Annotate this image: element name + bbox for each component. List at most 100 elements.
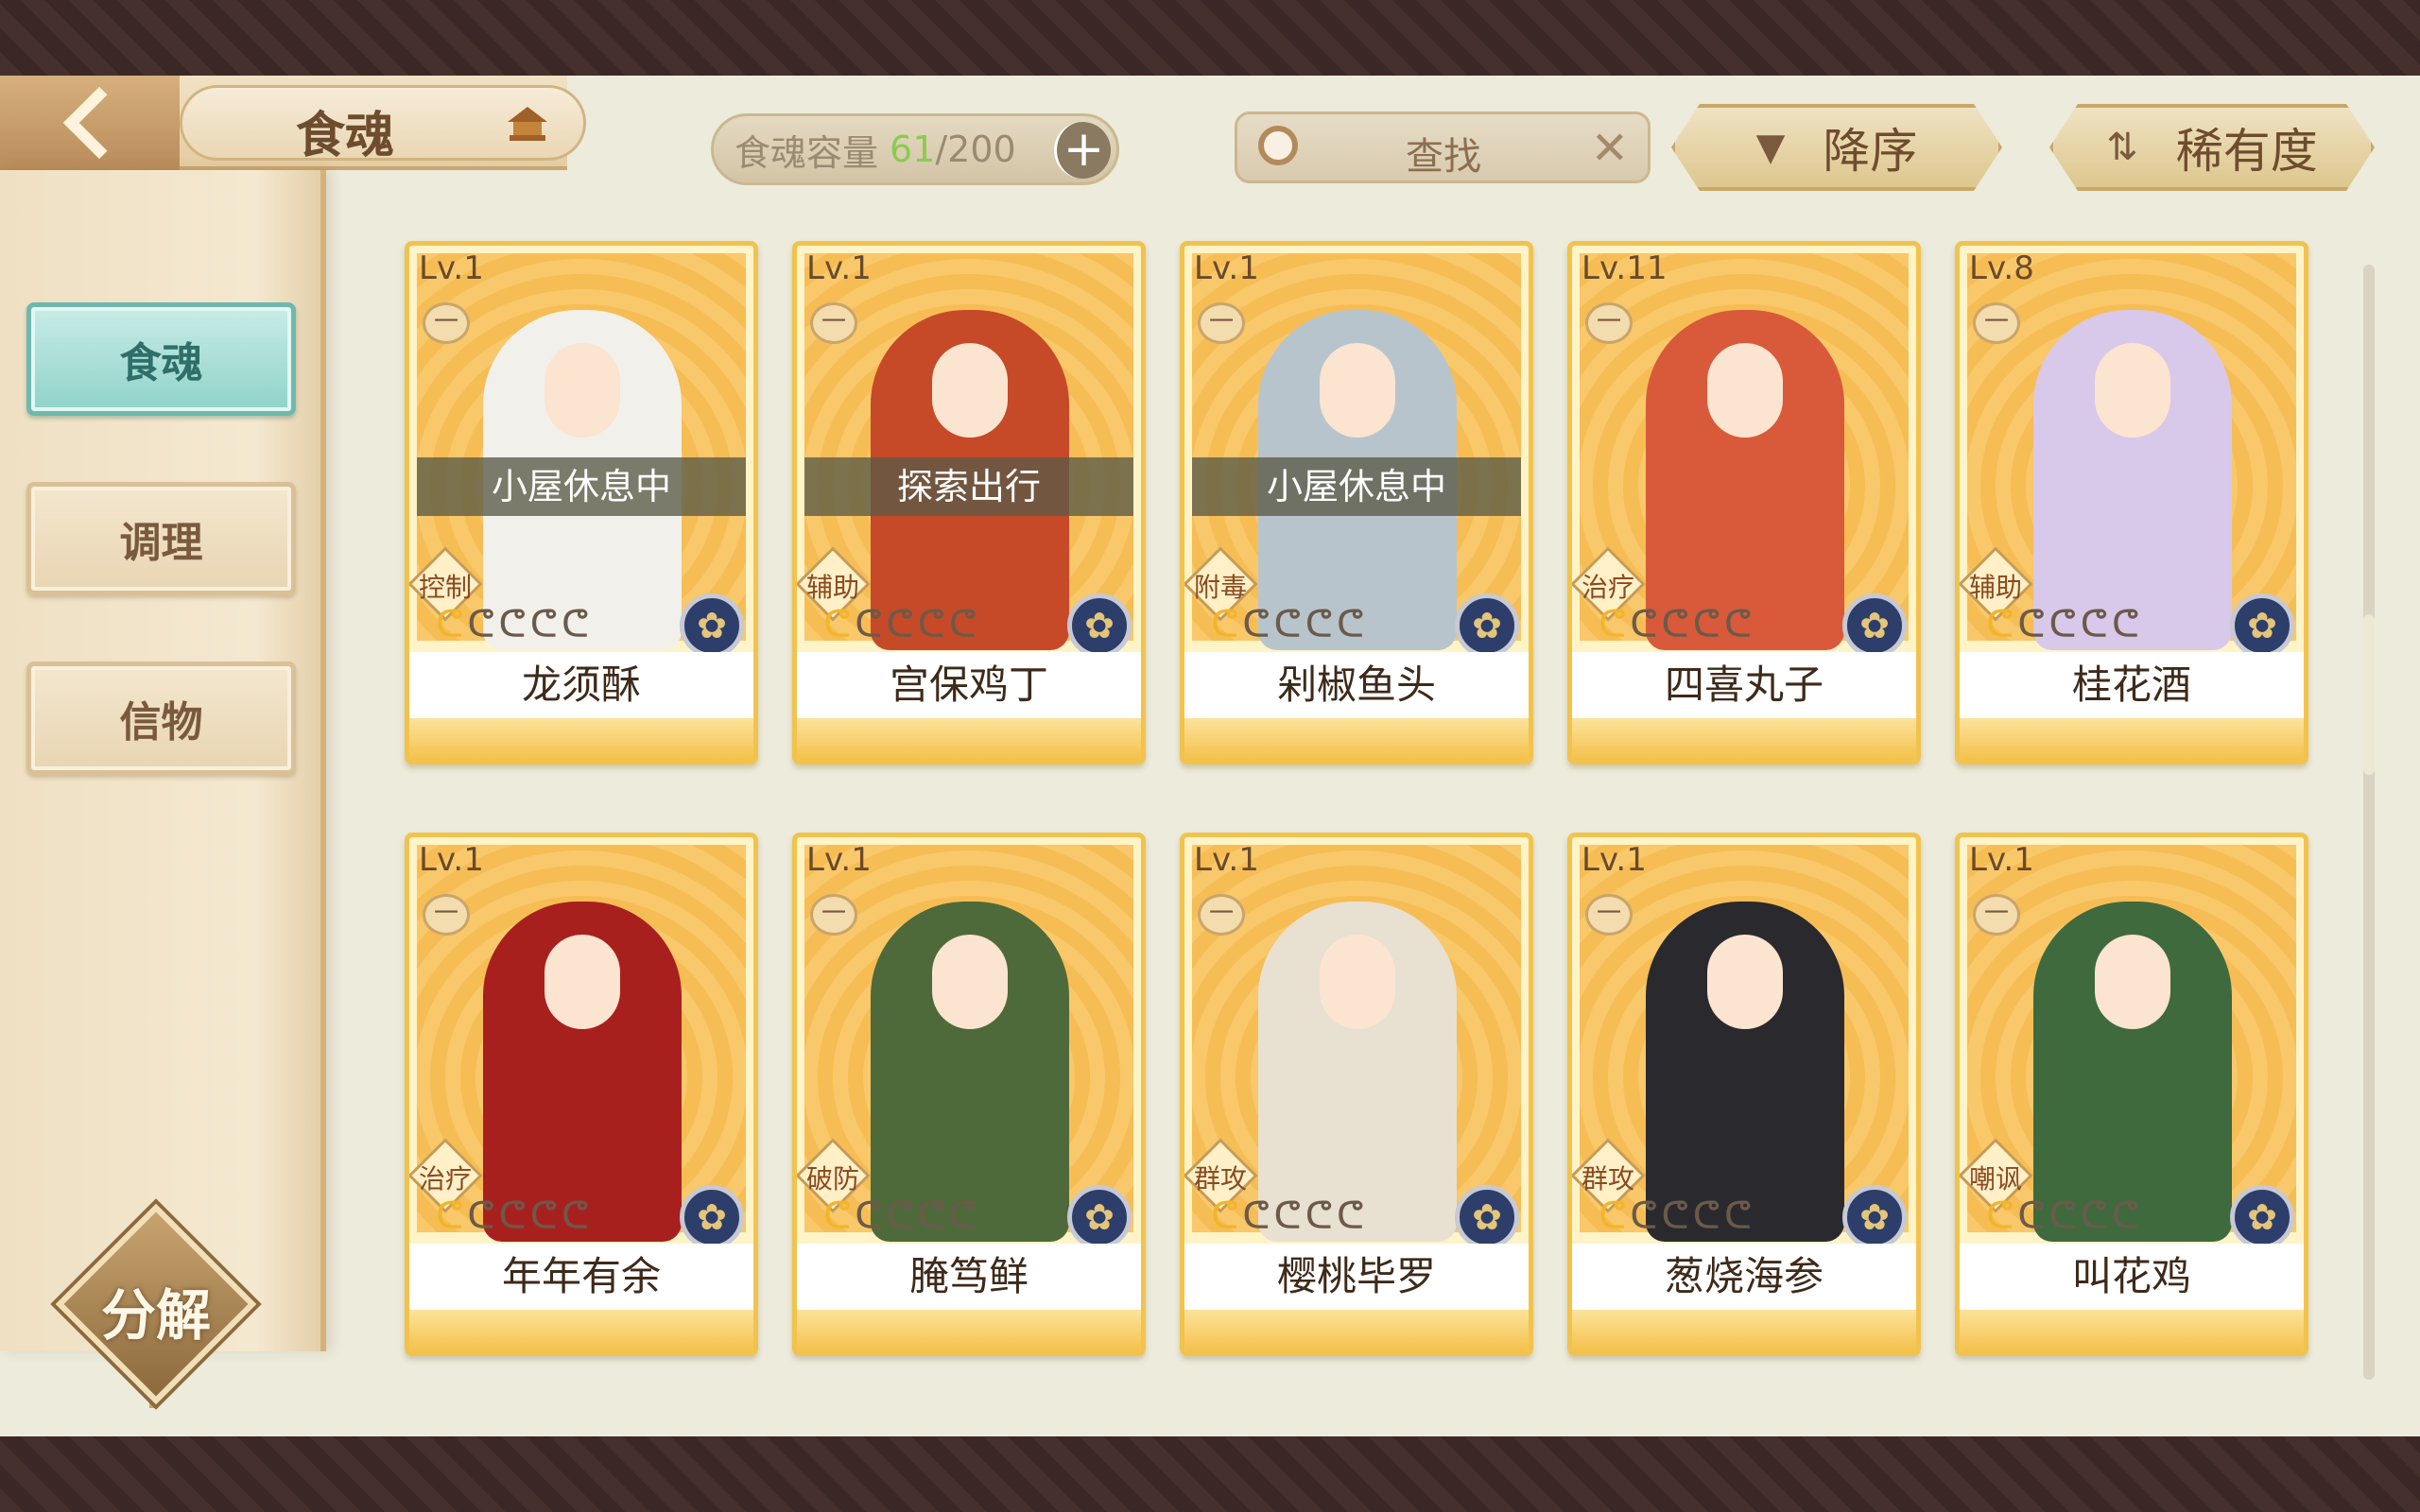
character-face [544, 935, 620, 1029]
character-face [1320, 935, 1395, 1029]
rank-flame-icon: ᕦ [1211, 603, 1239, 646]
soul-card-10[interactable]: Lv.1 一 嘲讽 ᕦᕦᕦᕦᕦ ✿ 叫花鸡 [1955, 833, 2308, 1356]
character-face [544, 343, 620, 438]
level-text: Lv.11 [1582, 249, 1668, 287]
lock-icon[interactable]: 一 [810, 302, 857, 344]
role-label: 治疗 [1581, 572, 1634, 603]
lock-icon[interactable]: 一 [1585, 302, 1633, 344]
rank-flame-icon: ᕦ [529, 1194, 558, 1238]
lock-icon[interactable]: 一 [1585, 894, 1633, 936]
top-border [0, 0, 2420, 76]
lock-icon[interactable]: 一 [423, 894, 470, 936]
rank-flame-icon: ᕦ [2111, 1194, 2140, 1238]
soul-card-7[interactable]: Lv.1 一 破防 ᕦᕦᕦᕦᕦ ✿ 腌笃鲜 [792, 833, 1146, 1356]
rank-flames: ᕦᕦᕦᕦᕦ [1211, 1194, 1364, 1238]
clear-search-icon[interactable]: ✕ [1591, 122, 1629, 175]
character-face [1320, 343, 1395, 438]
sidebar-item-tokens[interactable]: 信物 [26, 662, 296, 775]
role-label: 破防 [805, 1163, 859, 1194]
status-banner: 小屋休息中 [417, 457, 746, 516]
pavilion-icon [508, 107, 547, 141]
lock-icon[interactable]: 一 [810, 894, 857, 936]
sort-order-button[interactable]: ▼ 降序 [1671, 104, 2002, 191]
rank-flame-icon: ᕦ [855, 1194, 883, 1238]
rank-flame-icon: ᕦ [2080, 1194, 2108, 1238]
soul-card-5[interactable]: Lv.8 一 辅助 ᕦᕦᕦᕦᕦ ✿ 桂花酒 [1955, 241, 2308, 765]
status-banner: 探索出行 [804, 457, 1133, 516]
soul-card-9[interactable]: Lv.1 一 群攻 ᕦᕦᕦᕦᕦ ✿ 葱烧海参 [1567, 833, 1921, 1356]
rank-flames: ᕦᕦᕦᕦᕦ [1986, 603, 2139, 646]
capacity-label: 食魂容量 [735, 131, 879, 174]
triangle-down-icon: ▼ [1755, 126, 1786, 169]
character-name: 腌笃鲜 [797, 1244, 1141, 1310]
soul-card-8[interactable]: Lv.1 一 群攻 ᕦᕦᕦᕦᕦ ✿ 樱桃毕罗 [1180, 833, 1533, 1356]
rank-flame-icon: ᕦ [1336, 1194, 1365, 1238]
lock-icon[interactable]: 一 [1973, 894, 2020, 936]
card-footer [1184, 1310, 1529, 1351]
sidebar-item-souls[interactable]: 食魂 [26, 302, 296, 416]
card-footer [409, 718, 753, 760]
rank-flame-icon: ᕦ [436, 603, 464, 646]
card-footer [1572, 718, 1916, 760]
add-capacity-button[interactable]: + [1054, 122, 1111, 179]
character-face [1707, 343, 1783, 438]
soul-card-1[interactable]: Lv.1 一 小屋休息中 控制 ᕦᕦᕦᕦᕦ ✿ 龙须酥 [405, 241, 758, 765]
soul-card-3[interactable]: Lv.1 一 小屋休息中 附毒 ᕦᕦᕦᕦᕦ ✿ 剁椒鱼头 [1180, 241, 1533, 765]
character-name: 宫保鸡丁 [797, 652, 1141, 718]
role-label: 控制 [418, 572, 472, 603]
sidebar-item-cooking[interactable]: 调理 [26, 482, 296, 595]
rank-flames: ᕦᕦᕦᕦᕦ [1599, 1194, 1752, 1238]
rank-flame-icon: ᕦ [1661, 603, 1689, 646]
rank-flame-icon: ᕦ [1336, 603, 1365, 646]
scrollbar-thumb[interactable] [2363, 614, 2375, 775]
sort-by-button[interactable]: ⇅ 稀有度 [2049, 104, 2375, 191]
role-label: 群攻 [1193, 1163, 1247, 1194]
soul-card-6[interactable]: Lv.1 一 治疗 ᕦᕦᕦᕦᕦ ✿ 年年有余 [405, 833, 758, 1356]
soul-collection-screen: 食魂 食魂容量 61 /200 + 查找 ✕ ▼ 降序 ⇅ 稀有度 食魂 调理 … [0, 76, 2420, 1436]
role-label: 辅助 [1968, 572, 2022, 603]
level-text: Lv.1 [806, 249, 872, 287]
card-footer [409, 1310, 753, 1351]
rank-flames: ᕦᕦᕦᕦᕦ [1211, 603, 1364, 646]
rank-flames: ᕦᕦᕦᕦᕦ [436, 1194, 589, 1238]
character-name: 桂花酒 [1960, 652, 2304, 718]
character-name: 樱桃毕罗 [1184, 1244, 1529, 1310]
rank-flame-icon: ᕦ [467, 603, 495, 646]
rank-flame-icon: ᕦ [1211, 1194, 1239, 1238]
rank-flame-icon: ᕦ [948, 603, 977, 646]
level-text: Lv.1 [1582, 841, 1647, 879]
lock-icon[interactable]: 一 [1198, 894, 1245, 936]
rank-flame-icon: ᕦ [2017, 603, 2046, 646]
rank-flame-icon: ᕦ [823, 1194, 852, 1238]
rank-flames: ᕦᕦᕦᕦᕦ [823, 1194, 977, 1238]
scrollbar[interactable] [2363, 265, 2375, 1380]
level-text: Lv.1 [419, 249, 484, 287]
decompose-button[interactable]: 分解 [55, 1203, 257, 1405]
back-button[interactable] [0, 76, 180, 170]
emblem-icon: ✿ [2230, 593, 2294, 658]
level-text: Lv.1 [419, 841, 484, 879]
rank-flame-icon: ᕦ [467, 1194, 495, 1238]
role-label: 群攻 [1581, 1163, 1634, 1194]
level-text: Lv.1 [1194, 249, 1259, 287]
rank-flame-icon: ᕦ [498, 603, 527, 646]
role-label: 治疗 [418, 1163, 472, 1194]
rank-flame-icon: ᕦ [436, 1194, 464, 1238]
bottom-border [0, 1436, 2420, 1512]
search-input[interactable]: 查找 [1406, 126, 1481, 180]
soul-card-2[interactable]: Lv.1 一 探索出行 辅助 ᕦᕦᕦᕦᕦ ✿ 宫保鸡丁 [792, 241, 1146, 765]
rank-flame-icon: ᕦ [886, 603, 914, 646]
rank-flame-icon: ᕦ [1305, 603, 1333, 646]
rank-flame-icon: ᕦ [2080, 603, 2108, 646]
soul-capacity: 食魂容量 61 /200 + [711, 113, 1119, 185]
character-face [932, 935, 1008, 1029]
role-label: 附毒 [1193, 572, 1247, 603]
soul-card-4[interactable]: Lv.11 一 治疗 ᕦᕦᕦᕦᕦ ✿ 四喜丸子 [1567, 241, 1921, 765]
search-bar[interactable]: 查找 ✕ [1235, 112, 1651, 183]
lock-icon[interactable]: 一 [1973, 302, 2020, 344]
rank-flame-icon: ᕦ [1986, 603, 2014, 646]
lock-icon[interactable]: 一 [423, 302, 470, 344]
role-label: 辅助 [805, 572, 859, 603]
rank-flame-icon: ᕦ [1273, 1194, 1302, 1238]
lock-icon[interactable]: 一 [1198, 302, 1245, 344]
